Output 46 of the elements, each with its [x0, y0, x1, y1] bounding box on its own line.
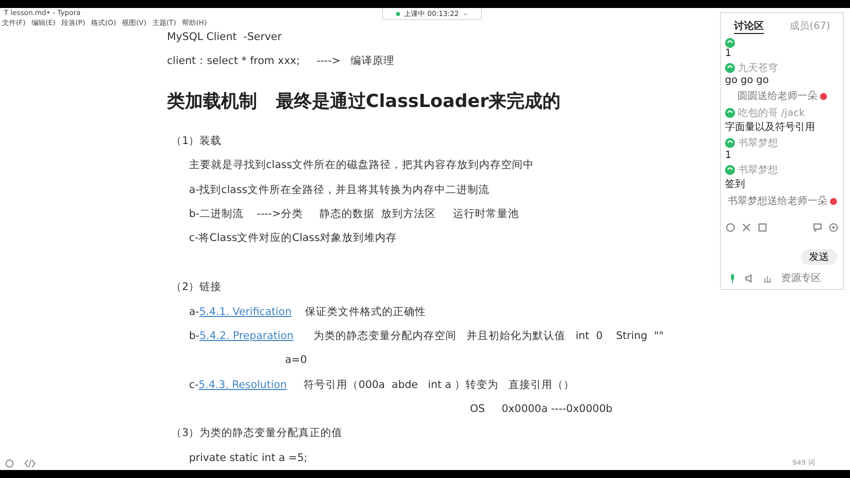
settings-icon[interactable]	[829, 223, 838, 232]
document-line: OS 0x0000a ----0x0000b	[469, 402, 614, 418]
chat-message: go go go	[725, 75, 770, 86]
chat-avatar-icon	[725, 165, 735, 175]
chat-tab[interactable]: 讨论区	[734, 19, 764, 34]
document-line: b-5.4.2. Preparation 为类的静态变量分配内存空间 并且初始化为默认值 int 0 String ""	[188, 328, 664, 344]
document-line: client：select * from xxx; ----> 编译原理	[167, 54, 396, 70]
chat-avatar-icon	[725, 138, 735, 148]
chat-avatar-icon	[725, 108, 735, 118]
circle-icon[interactable]	[5, 458, 14, 468]
gift-notice: 书翠梦想送给老师一朵	[728, 194, 828, 208]
document-line: （1）装载	[170, 134, 223, 149]
sender-name: 九天苍穹	[738, 62, 778, 75]
link[interactable]: 5.4.2. Preparation	[199, 330, 294, 342]
chat-message: 签到	[725, 178, 746, 191]
link[interactable]: 5.4.1. Verification	[199, 306, 292, 318]
link[interactable]: 5.4.3. Resolution	[198, 378, 287, 391]
chat-avatar-icon	[725, 63, 735, 73]
document-line: MySQL Client -Server	[167, 30, 283, 45]
status-dot-icon	[396, 12, 400, 16]
gift-notice: 圆圆送给老师一朵	[738, 90, 818, 103]
chat-message: 1	[725, 48, 732, 59]
document-line: a-找到class文件所在全路径，并且将其转换为内存中二进制流	[188, 182, 490, 198]
emoji-icon[interactable]	[726, 223, 735, 232]
document-line: c-5.4.3. Resolution 符号引用（000a abde int a ）转变为 直接引用（）	[188, 378, 576, 393]
document-line: c-将Class文件对应的Class对象放到堆内存	[188, 231, 398, 246]
document-line: （3）为类的静态变量分配真正的值	[170, 426, 344, 442]
speaker-icon[interactable]	[745, 274, 754, 282]
chat-message: 字面量以及符号引用	[725, 120, 816, 134]
document-line: a-5.4.1. Verification 保证类文件格式的正确性	[188, 304, 427, 320]
document-line: a=0	[284, 353, 308, 368]
document-line: private static int a =5;	[188, 450, 308, 466]
document-heading: 类加载机制 最终是通过ClassLoader来完成的	[167, 90, 562, 114]
sender-name: 书翠梦想	[738, 136, 778, 150]
comment-icon[interactable]	[813, 223, 822, 232]
code-icon[interactable]	[24, 458, 36, 468]
sender-name: 书翠梦想	[738, 164, 778, 177]
chat-avatar-icon	[725, 38, 735, 48]
send-button[interactable]: 发送	[801, 249, 837, 265]
document-line: b-二进制流 ---->分类 静态的数据 放到方法区 运行时常量池	[188, 206, 520, 222]
resource-link[interactable]: 资源专区	[781, 271, 821, 285]
chat-message: 1	[725, 150, 732, 161]
document-line: （2）链接	[170, 280, 223, 296]
sender-name: 吃包的哥 /jack	[738, 107, 805, 120]
document-line: 主要就是寻找到class文件所在的磁盘路径，把其内容存放到内存空间中	[188, 158, 536, 174]
microphone-icon[interactable]	[729, 274, 736, 282]
